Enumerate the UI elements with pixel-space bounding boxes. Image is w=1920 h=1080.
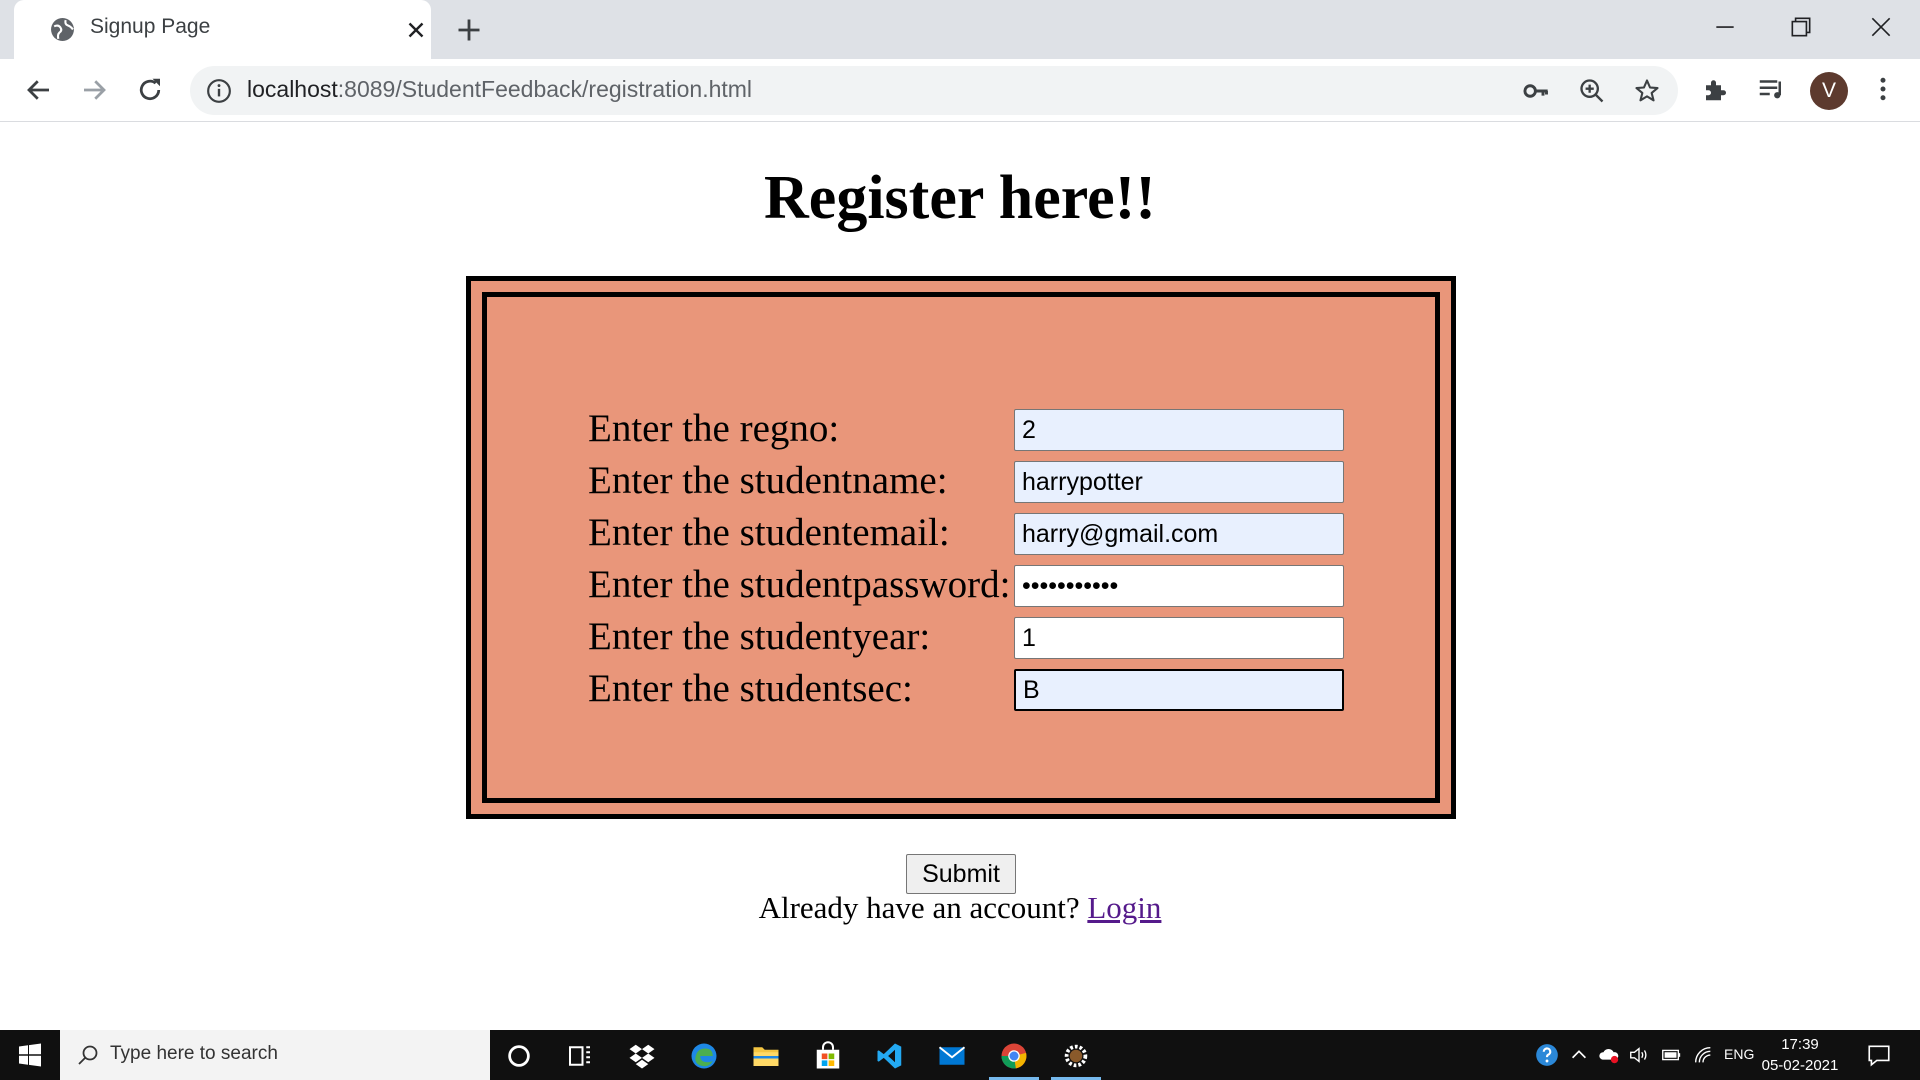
form-row-regno: Enter the regno:: [487, 407, 1427, 457]
browser-toolbar: localhost:8089/StudentFeedback/registrat…: [0, 59, 1920, 122]
form-row-studentemail: Enter the studentemail:: [487, 511, 1427, 561]
studentsec-input[interactable]: [1014, 669, 1344, 711]
studentname-input[interactable]: [1014, 461, 1344, 503]
url-text[interactable]: localhost:8089/StudentFeedback/registrat…: [247, 76, 752, 103]
info-icon[interactable]: [206, 78, 232, 104]
address-bar[interactable]: localhost:8089/StudentFeedback/registrat…: [190, 66, 1678, 115]
url-host: localhost: [247, 76, 338, 102]
edge-taskbar-button[interactable]: [675, 1030, 733, 1080]
forward-icon[interactable]: [79, 75, 109, 105]
zoom-icon[interactable]: [1578, 77, 1606, 105]
form-row-studentpassword: Enter the studentpassword:: [487, 563, 1427, 613]
studentname-label: Enter the studentname:: [588, 459, 948, 502]
mail-button[interactable]: [923, 1030, 981, 1080]
folder-icon: [753, 1047, 779, 1066]
dropbox-taskbar-button[interactable]: [613, 1030, 671, 1080]
restore-icon[interactable]: [1788, 14, 1814, 40]
studentemail-input[interactable]: [1014, 513, 1344, 555]
store-button[interactable]: [799, 1030, 857, 1080]
studentpassword-input[interactable]: [1014, 565, 1344, 607]
bookmark-star-icon[interactable]: [1633, 77, 1661, 105]
close-tab-icon[interactable]: [403, 17, 429, 43]
task-view-button[interactable]: [551, 1030, 609, 1080]
vscode-button[interactable]: [861, 1030, 919, 1080]
extensions-icon[interactable]: [1701, 74, 1731, 104]
studentsec-label: Enter the studentsec:: [588, 667, 913, 710]
gear-icon: [1064, 1044, 1088, 1068]
task-view-icon: [569, 1046, 590, 1066]
browser-tabstrip: Signup Page: [0, 0, 1920, 59]
minimize-icon[interactable]: [1712, 14, 1738, 40]
settings-app-button[interactable]: [1047, 1030, 1105, 1080]
mail-icon: [938, 1046, 966, 1065]
media-queue-icon[interactable]: [1756, 74, 1786, 104]
studentpassword-label: Enter the studentpassword:: [588, 563, 1011, 606]
dropbox-icon: [629, 1044, 655, 1069]
page-content: Register here!! Enter the regno: Enter t…: [0, 123, 1920, 1030]
taskbar-search[interactable]: Type here to search: [60, 1030, 490, 1080]
notifications-icon[interactable]: [1866, 1042, 1892, 1068]
vscode-icon: [877, 1043, 902, 1069]
taskbar-clock[interactable]: 17:39 05-02-2021: [1760, 1034, 1840, 1076]
reload-icon[interactable]: [135, 75, 165, 105]
studentyear-label: Enter the studentyear:: [588, 615, 931, 658]
registration-form: Enter the regno: Enter the studentname: …: [482, 292, 1440, 803]
new-tab-icon[interactable]: [455, 16, 483, 44]
regno-label: Enter the regno:: [588, 407, 840, 450]
login-prompt-text: Already have an account?: [758, 890, 1088, 925]
login-prompt-line: Already have an account? Login: [0, 890, 1920, 926]
wifi-icon[interactable]: [1692, 1044, 1714, 1066]
studentemail-label: Enter the studentemail:: [588, 511, 950, 554]
window-close-icon[interactable]: [1868, 14, 1894, 40]
url-path: :8089/StudentFeedback/registration.html: [337, 76, 753, 102]
globe-icon: [51, 18, 74, 41]
help-icon[interactable]: [1534, 1042, 1560, 1068]
search-icon: [78, 1045, 98, 1065]
studentyear-input[interactable]: [1014, 617, 1344, 659]
registration-form-frame: Enter the regno: Enter the studentname: …: [466, 276, 1456, 819]
back-icon[interactable]: [24, 75, 54, 105]
browser-tab[interactable]: Signup Page: [14, 0, 431, 59]
windows-start-icon[interactable]: [18, 1043, 42, 1067]
cortana-icon: [508, 1045, 530, 1067]
chrome-button[interactable]: [985, 1030, 1043, 1080]
cortana-button[interactable]: [490, 1030, 548, 1080]
login-link[interactable]: Login: [1087, 890, 1161, 925]
onedrive-icon[interactable]: [1598, 1044, 1620, 1066]
file-explorer-button[interactable]: [737, 1030, 795, 1080]
form-row-studentsec: Enter the studentsec:: [487, 667, 1427, 717]
search-placeholder: Type here to search: [110, 1043, 278, 1064]
form-row-studentyear: Enter the studentyear:: [487, 615, 1427, 665]
tab-title: Signup Page: [90, 15, 211, 38]
page-title: Register here!!: [764, 164, 1156, 232]
chevron-up-icon[interactable]: [1568, 1044, 1590, 1066]
form-row-studentname: Enter the studentname:: [487, 459, 1427, 509]
edge-icon: [691, 1043, 717, 1069]
windows-taskbar: Type here to search ENG 17:39 05-02-2021: [0, 1030, 1920, 1080]
clock-date: 05-02-2021: [1761, 1057, 1839, 1074]
chrome-icon: [1001, 1043, 1027, 1069]
submit-button[interactable]: Submit: [906, 854, 1016, 894]
battery-icon[interactable]: [1660, 1044, 1682, 1066]
more-menu-icon[interactable]: [1868, 74, 1898, 104]
store-icon: [816, 1041, 840, 1069]
key-icon[interactable]: [1522, 77, 1550, 105]
volume-icon[interactable]: [1628, 1044, 1650, 1066]
profile-avatar[interactable]: V: [1810, 72, 1848, 110]
clock-time: 17:39: [1781, 1036, 1819, 1053]
regno-input[interactable]: [1014, 409, 1344, 451]
language-indicator[interactable]: ENG: [1724, 1046, 1754, 1062]
